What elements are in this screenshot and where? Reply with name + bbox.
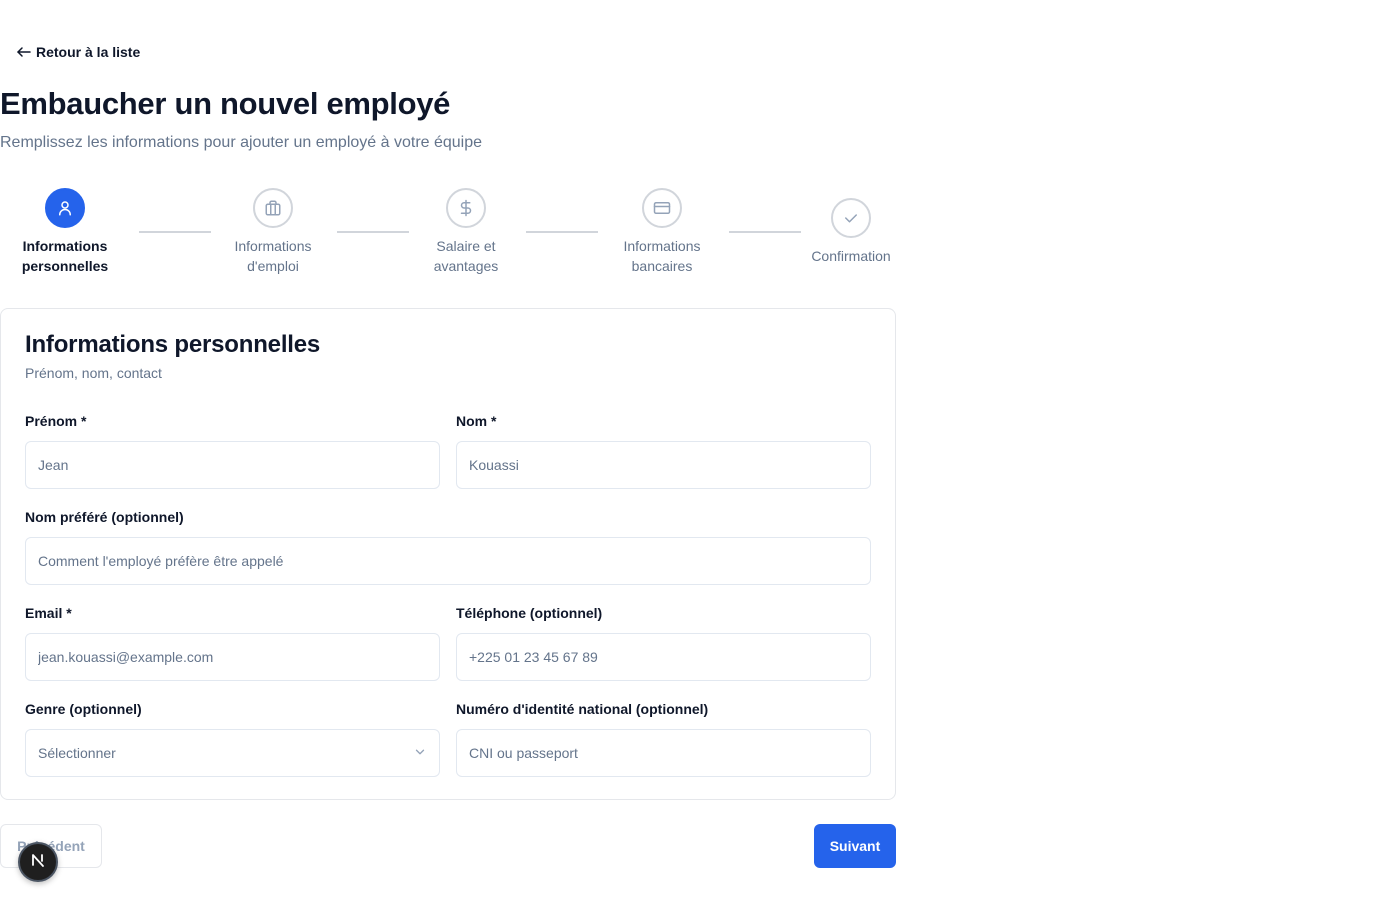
nextjs-dev-badge[interactable] bbox=[18, 842, 58, 882]
chevron-down-icon bbox=[413, 745, 427, 762]
last-name-input[interactable] bbox=[456, 441, 871, 489]
gender-group: Genre (optionnel) Sélectionner bbox=[25, 699, 440, 777]
national-id-group: Numéro d'identité national (optionnel) bbox=[456, 699, 871, 777]
hire-employee-page: Retour à la liste Embaucher un nouvel em… bbox=[0, 0, 1400, 900]
briefcase-icon bbox=[253, 188, 293, 228]
step-label: Informations bancaires bbox=[623, 238, 701, 274]
phone-group: Téléphone (optionnel) bbox=[456, 603, 871, 681]
national-id-input[interactable] bbox=[456, 729, 871, 777]
step-label: Salaire et avantages bbox=[433, 238, 499, 274]
preferred-name-group: Nom préféré (optionnel) bbox=[25, 507, 871, 585]
step-label: Informations personnelles bbox=[21, 238, 109, 274]
phone-label: Téléphone (optionnel) bbox=[456, 605, 603, 621]
step-banking-info[interactable]: Informations bancaires bbox=[607, 188, 717, 276]
first-name-group: Prénom * bbox=[25, 411, 440, 489]
dollar-icon bbox=[446, 188, 486, 228]
arrow-left-icon bbox=[16, 44, 32, 60]
email-group: Email * bbox=[25, 603, 440, 681]
email-label: Email * bbox=[25, 605, 72, 621]
step-label: Confirmation bbox=[811, 248, 891, 264]
preferred-name-input[interactable] bbox=[25, 537, 871, 585]
step-label: Informations d'emploi bbox=[234, 238, 312, 274]
back-link-label: Retour à la liste bbox=[36, 44, 141, 60]
progress-stepper: Informations personnelles Informations d… bbox=[0, 188, 896, 278]
step-connector bbox=[526, 231, 598, 233]
user-icon bbox=[45, 188, 85, 228]
card-subtitle: Prénom, nom, contact bbox=[25, 365, 162, 381]
preferred-name-label: Nom préféré (optionnel) bbox=[25, 509, 184, 525]
step-personal-info[interactable]: Informations personnelles bbox=[10, 188, 120, 276]
step-connector bbox=[729, 231, 801, 233]
last-name-label: Nom * bbox=[456, 413, 497, 429]
nextjs-logo-icon bbox=[29, 851, 47, 874]
national-id-label: Numéro d'identité national (optionnel) bbox=[456, 701, 709, 717]
first-name-input[interactable] bbox=[25, 441, 440, 489]
card-title: Informations personnelles bbox=[25, 331, 321, 358]
personal-info-card: Informations personnelles Prénom, nom, c… bbox=[0, 308, 896, 800]
check-icon bbox=[831, 198, 871, 238]
last-name-group: Nom * bbox=[456, 411, 871, 489]
gender-label: Genre (optionnel) bbox=[25, 701, 142, 717]
gender-select-value: Sélectionner bbox=[38, 745, 116, 761]
gender-select[interactable]: Sélectionner bbox=[25, 729, 440, 777]
step-connector bbox=[337, 231, 409, 233]
phone-input[interactable] bbox=[456, 633, 871, 681]
step-salary-benefits[interactable]: Salaire et avantages bbox=[411, 188, 521, 276]
page-subtitle: Remplissez les informations pour ajouter… bbox=[0, 134, 483, 151]
back-to-list-link[interactable]: Retour à la liste bbox=[16, 42, 140, 62]
email-input[interactable] bbox=[25, 633, 440, 681]
page-title: Embaucher un nouvel employé bbox=[0, 86, 451, 121]
credit-card-icon bbox=[642, 188, 682, 228]
first-name-label: Prénom * bbox=[25, 413, 87, 429]
step-confirmation[interactable]: Confirmation bbox=[796, 198, 906, 266]
step-connector bbox=[139, 231, 211, 233]
next-button[interactable]: Suivant bbox=[814, 824, 896, 868]
step-employment-info[interactable]: Informations d'emploi bbox=[218, 188, 328, 276]
